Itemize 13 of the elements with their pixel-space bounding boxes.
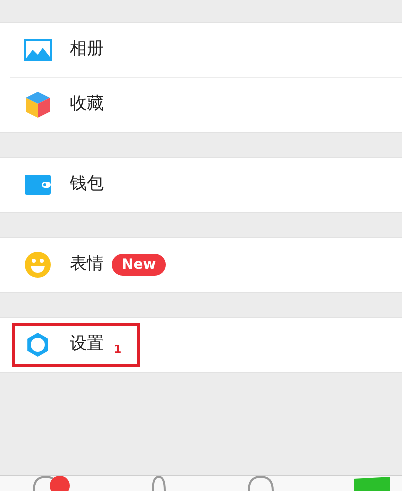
new-badge: New xyxy=(112,254,166,276)
menu-item[interactable]: 收藏 xyxy=(70,92,104,118)
menu-item[interactable]: 表情 xyxy=(70,252,104,278)
wallet-icon xyxy=(25,175,51,195)
menu-item[interactable]: 相册 xyxy=(70,37,104,63)
cube-icon xyxy=(25,91,51,119)
menu-item[interactable]: 钱包 xyxy=(70,172,104,198)
smiley-icon xyxy=(25,252,51,278)
picture-icon xyxy=(24,39,52,61)
settings-icon xyxy=(25,332,51,358)
chat-icon[interactable] xyxy=(32,475,72,491)
annotation-number: 1 xyxy=(114,342,122,358)
menu-item[interactable]: 设置 xyxy=(70,332,104,358)
